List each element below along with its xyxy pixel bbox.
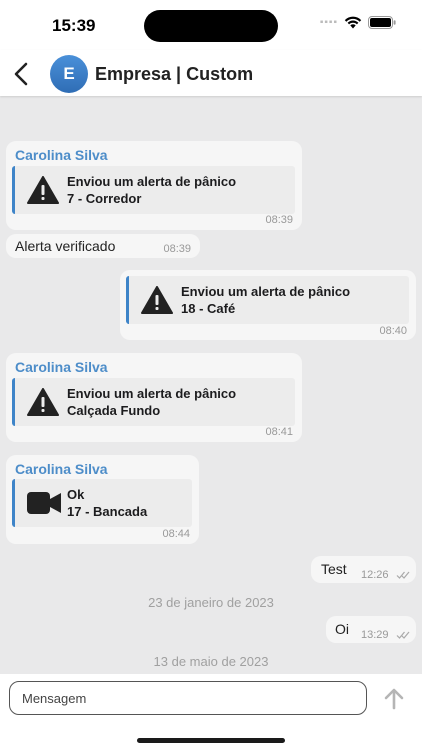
date-separator: 23 de janeiro de 2023 (148, 595, 274, 610)
alert-text: Enviou um alerta de pânico 18 - Café (181, 283, 350, 317)
message-time: 08:41 (265, 426, 293, 438)
alert-card[interactable]: Enviou um alerta de pânico 18 - Café (126, 276, 409, 324)
message-bubble-outgoing[interactable]: Test 12:26 (311, 556, 416, 583)
alert-title: Enviou um alerta de pânico (181, 284, 351, 299)
message-bubble[interactable]: Alerta verificado 08:39 (6, 234, 200, 258)
warning-icon (27, 388, 59, 416)
chat-title[interactable]: Empresa | Custom (95, 64, 253, 85)
alert-location: Calçada Fundo (67, 403, 161, 418)
alert-card[interactable]: Enviou um alerta de pânico 7 - Corredor (12, 166, 295, 214)
message-time: 08:44 (162, 528, 190, 540)
message-time: 12:26 (361, 569, 389, 581)
avatar[interactable]: E (50, 55, 88, 93)
alert-card[interactable]: Enviou um alerta de pânico Calçada Fundo (12, 378, 295, 426)
signal-dots-icon: ▪▪▪▪ (319, 17, 338, 28)
alert-text: Enviou um alerta de pânico 7 - Corredor (67, 173, 236, 207)
alert-title: Enviou um alerta de pânico (67, 174, 237, 189)
video-camera-icon (27, 492, 61, 514)
message-list[interactable]: Carolina Silva Enviou um alerta de pânic… (0, 96, 422, 674)
back-chevron-icon[interactable] (10, 61, 32, 87)
message-time: 08:40 (379, 325, 407, 337)
message-input[interactable] (9, 681, 367, 715)
warning-icon (27, 176, 59, 204)
alert-text: Enviou um alerta de pânico Calçada Fundo (67, 385, 236, 419)
message-bubble[interactable]: Carolina Silva Enviou um alerta de pânic… (6, 141, 302, 230)
video-location: 17 - Bancada (67, 504, 148, 519)
message-text: Test (321, 561, 347, 577)
status-time: 15:39 (52, 16, 96, 35)
video-text: Ok 17 - Bancada (67, 486, 147, 520)
dynamic-island (144, 10, 278, 42)
status-bar: 15:39 ▪▪▪▪ (0, 0, 422, 50)
alert-location: 7 - Corredor (67, 191, 142, 206)
warning-icon (141, 286, 173, 314)
read-checks-icon (396, 631, 410, 639)
message-bubble-outgoing[interactable]: Oi 13:29 (326, 616, 416, 643)
message-bubble-outgoing[interactable]: Enviou um alerta de pânico 18 - Café 08:… (120, 270, 416, 340)
composer-bar (0, 674, 422, 750)
send-arrow-icon[interactable] (382, 687, 406, 711)
sender-name: Carolina Silva (15, 359, 108, 375)
home-indicator[interactable] (137, 738, 285, 743)
message-time: 13:29 (361, 629, 389, 641)
status-icons: ▪▪▪▪ (320, 16, 396, 29)
message-bubble[interactable]: Carolina Silva Enviou um alerta de pânic… (6, 353, 302, 442)
video-title: Ok (67, 487, 85, 502)
sender-name: Carolina Silva (15, 461, 108, 477)
read-checks-icon (396, 571, 410, 579)
message-time: 08:39 (163, 243, 191, 255)
date-separator: 13 de maio de 2023 (153, 654, 269, 669)
chat-header: E Empresa | Custom (0, 50, 422, 96)
alert-location: 18 - Café (181, 301, 236, 316)
alert-title: Enviou um alerta de pânico (67, 386, 237, 401)
video-card[interactable]: Ok 17 - Bancada (12, 479, 192, 527)
message-text: Alerta verificado (15, 238, 116, 254)
sender-name: Carolina Silva (15, 147, 108, 163)
battery-icon (368, 16, 396, 29)
message-bubble[interactable]: Carolina Silva Ok 17 - Bancada 08:44 (6, 455, 199, 544)
message-time: 08:39 (265, 214, 293, 226)
wifi-icon (344, 16, 362, 29)
message-text: Oi (335, 621, 349, 637)
